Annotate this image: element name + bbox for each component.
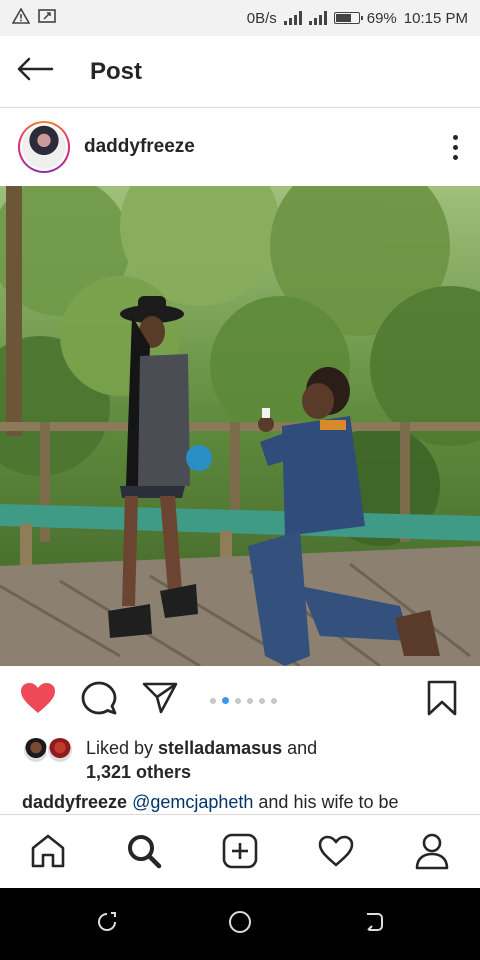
activity-heart-icon <box>317 834 355 873</box>
caption-text: and his wife to be <box>253 792 399 812</box>
battery-icon <box>333 12 363 24</box>
post-actions <box>0 672 480 728</box>
comment-icon <box>81 680 117 721</box>
send-icon <box>141 681 179 720</box>
like-button[interactable] <box>18 680 58 720</box>
bookmark-icon <box>426 680 458 721</box>
back-button[interactable] <box>0 36 70 108</box>
back-icon <box>361 910 385 939</box>
battery-level: 69% <box>366 9 397 27</box>
home-icon <box>29 833 67 874</box>
post-username[interactable]: daddyfreeze <box>84 136 195 158</box>
caption-mention[interactable]: @gemcjapheth <box>132 792 253 812</box>
carousel-indicator <box>210 697 277 704</box>
page-title: Post <box>90 57 143 85</box>
share-button[interactable] <box>140 680 180 720</box>
profile-icon <box>414 832 450 875</box>
likes-middle: and <box>282 738 318 758</box>
post-caption: daddyfreeze @gemcjapheth and his wife to… <box>22 790 472 814</box>
likes-count[interactable]: 1,321 others <box>86 762 191 782</box>
clock: 10:15 PM <box>403 9 468 27</box>
more-vertical-icon <box>452 134 458 160</box>
app-header: Post <box>0 36 480 108</box>
likes-prefix: Liked by <box>86 738 159 758</box>
bottom-nav <box>0 814 480 888</box>
nav-search[interactable] <box>122 831 166 875</box>
heart-filled-icon <box>19 681 57 720</box>
signal-icon <box>283 11 302 25</box>
arrow-left-icon <box>16 57 54 86</box>
likes-text: Liked by stelladamasus and 1,321 others <box>86 736 317 786</box>
liker-username[interactable]: stelladamasus <box>158 738 282 758</box>
caption-username[interactable]: daddyfreeze <box>22 792 127 812</box>
comment-button[interactable] <box>79 680 119 720</box>
nav-profile[interactable] <box>410 831 454 875</box>
signal-4g-icon <box>308 11 327 25</box>
recent-apps-button[interactable] <box>91 908 123 940</box>
back-nav-button[interactable] <box>357 908 389 940</box>
recent-apps-icon <box>95 910 119 939</box>
home-nav-button[interactable] <box>224 908 256 940</box>
nav-home[interactable] <box>26 831 70 875</box>
liker-avatars <box>22 736 82 766</box>
status-bar: 0B/s 69% 10:15 PM <box>0 0 480 36</box>
more-options-button[interactable] <box>430 117 480 177</box>
nav-activity[interactable] <box>314 831 358 875</box>
warning-icon <box>11 7 31 28</box>
avatar <box>46 736 74 764</box>
data-speed: 0B/s <box>246 9 277 27</box>
avatar[interactable] <box>18 121 70 173</box>
save-button[interactable] <box>422 680 462 720</box>
system-nav-bar <box>0 888 480 960</box>
add-post-icon <box>221 832 259 875</box>
likes-summary[interactable]: Liked by stelladamasus and 1,321 others <box>22 736 472 786</box>
screen-icon <box>38 8 56 28</box>
post-header: daddyfreeze <box>0 108 480 186</box>
post-image[interactable] <box>0 186 480 666</box>
nav-new-post[interactable] <box>218 831 262 875</box>
home-circle-icon <box>227 909 253 940</box>
search-icon <box>125 832 163 875</box>
